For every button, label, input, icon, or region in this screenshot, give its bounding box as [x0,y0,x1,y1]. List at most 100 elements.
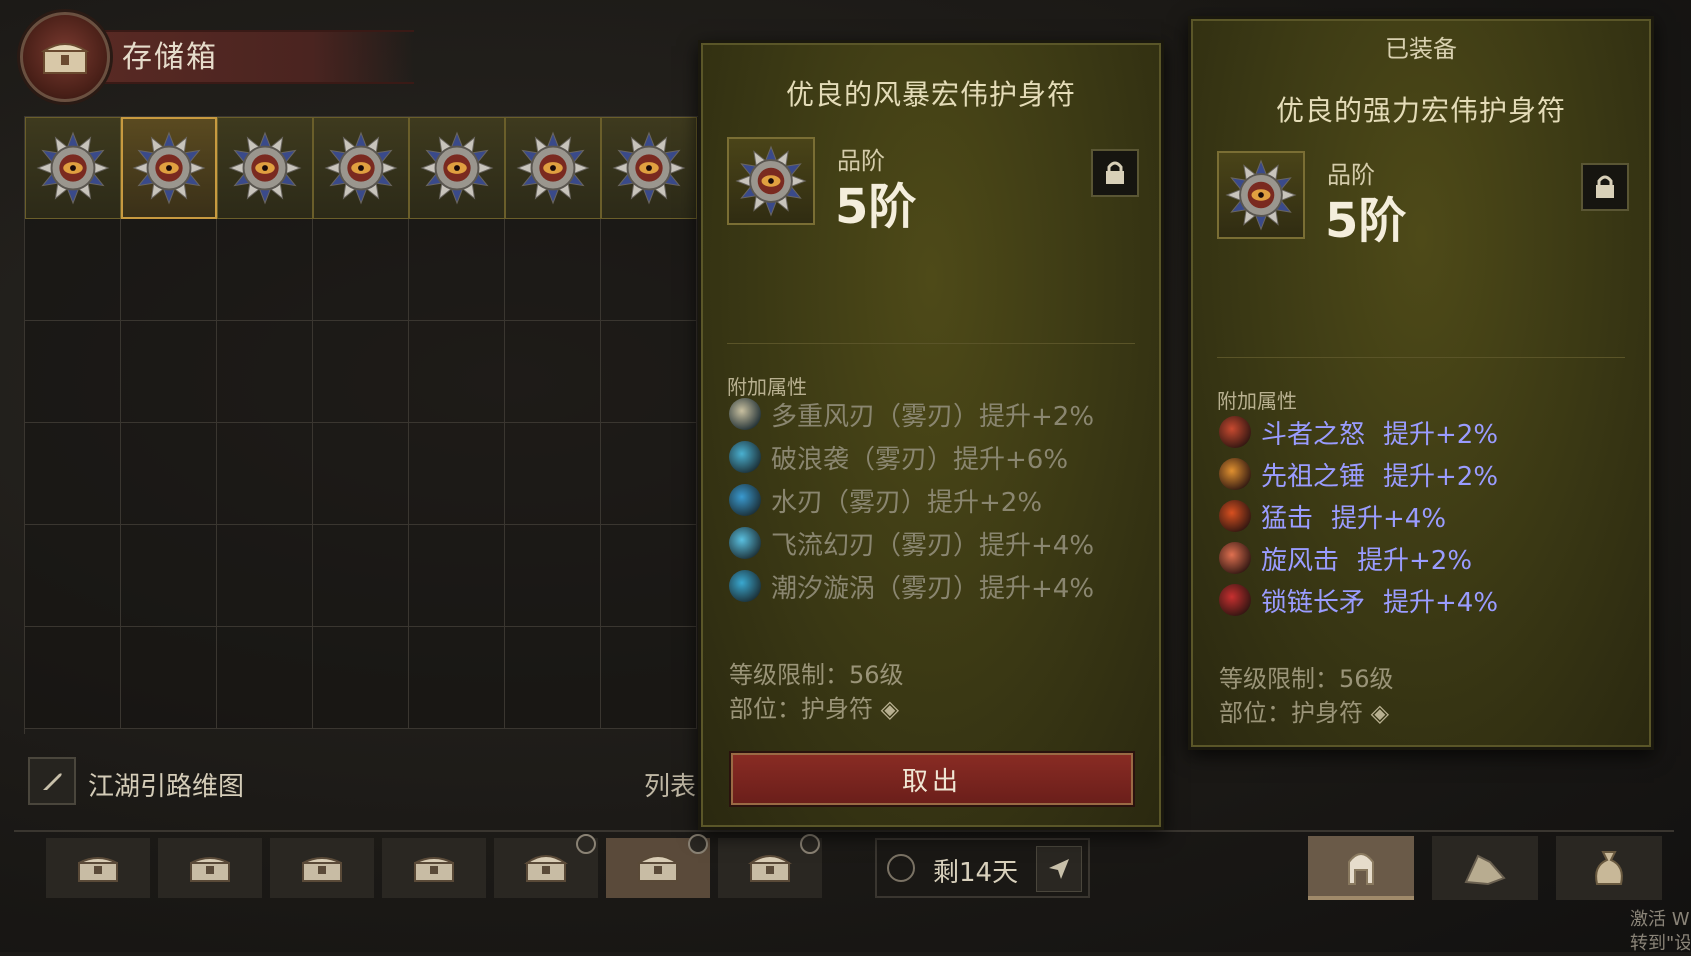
grid-cell[interactable] [409,321,505,423]
expiry-timer: 剩14天 [875,838,1090,898]
grid-cell[interactable] [505,627,601,729]
grid-cell[interactable] [409,627,505,729]
guide-row: 江湖引路维图 列表 [28,757,708,805]
helmet-icon [1348,853,1374,885]
attribute-name: 斗者之怒 [1261,419,1366,450]
grid-cell[interactable] [25,423,121,525]
grid-cell[interactable] [25,525,121,627]
amulet-icon [612,131,686,205]
grid-cell[interactable] [25,627,121,729]
attribute-row: 破浪袭（雾刃）提升+6% [729,438,1068,476]
tab-materials[interactable] [1432,836,1538,900]
grid-cell[interactable] [601,117,697,219]
grid-cell[interactable] [217,423,313,525]
guide-label[interactable]: 江湖引路维图 [88,766,244,803]
grid-cell[interactable] [217,525,313,627]
skill-icon [1219,458,1251,490]
take-out-button[interactable]: 取出 [729,751,1135,807]
tab-bag[interactable] [1556,836,1662,900]
storage-tab-5[interactable] [494,834,598,898]
grid-cell[interactable] [217,219,313,321]
storage-header: 存储箱 [14,8,414,102]
chest-icon [302,857,342,882]
attribute-row: 旋风击 提升+2% [1219,539,1472,577]
quill-icon [43,773,62,790]
grid-cell[interactable] [313,423,409,525]
amulet-icon [228,131,302,205]
storage-tab-7[interactable] [718,834,822,898]
grid-cell[interactable] [601,423,697,525]
timer-text: 剩14天 [933,858,1019,888]
grid-cell[interactable] [313,525,409,627]
clock-icon [688,834,708,854]
grid-cell[interactable] [409,423,505,525]
divider [1217,357,1625,358]
equipped-label: 已装备 [1385,35,1457,63]
grid-cell[interactable] [505,117,601,219]
storage-tab-6[interactable] [606,834,710,898]
grid-cell[interactable] [601,321,697,423]
grid-cell[interactable] [505,219,601,321]
grid-cell[interactable] [313,117,409,219]
grid-cell[interactable] [505,423,601,525]
chest-icon [747,855,793,882]
grid-cell[interactable] [313,627,409,729]
grid-cell[interactable] [121,423,217,525]
item-title: 优良的强力宏伟护身符 [1275,94,1566,127]
grid-cell[interactable] [601,627,697,729]
list-label[interactable]: 列表 [644,766,696,803]
grid-cell[interactable] [601,525,697,627]
attribute-text: 多重风刃（雾刃）提升+2% [771,401,1095,432]
grid-cell[interactable] [25,219,121,321]
grid-cell[interactable] [505,321,601,423]
bottom-tabbar [14,830,1674,902]
lock-button[interactable] [1581,163,1629,211]
skill-icon [1219,416,1251,448]
skill-icon [729,484,761,516]
grid-cell[interactable] [121,627,217,729]
send-icon [1049,859,1069,879]
grid-cell[interactable] [217,627,313,729]
send-button[interactable] [1036,846,1082,892]
chest-icon [414,857,454,882]
tab-equipment[interactable] [1308,836,1414,900]
skill-icon [729,570,761,602]
grid-cell[interactable] [409,117,505,219]
grid-cell[interactable] [25,321,121,423]
grid-cell[interactable] [121,219,217,321]
grid-cell[interactable] [409,219,505,321]
grid-cell[interactable] [121,321,217,423]
grid-cell[interactable] [601,219,697,321]
chest-icon [635,855,681,882]
grid-cell[interactable] [217,117,313,219]
skill-icon [1219,542,1251,574]
grid-cell[interactable] [25,117,121,219]
grid-cell[interactable] [121,117,217,219]
storage-grid [24,116,715,734]
lock-button[interactable] [1091,149,1139,197]
item-tooltip-equipped: 已装备 优良的强力宏伟护身符 品阶 5阶 附加属性 斗者之怒 提升+2% 先祖之… [1188,16,1654,750]
grid-cell[interactable] [409,525,505,627]
amulet-icon [324,131,398,205]
slot-info: 部位：护身符 ◈ [729,695,900,723]
slot-info: 部位：护身符 ◈ [1219,699,1390,727]
quill-button[interactable] [28,757,76,805]
storage-tab-3[interactable] [270,838,374,898]
chest-icon [190,857,230,882]
storage-tab-2[interactable] [158,838,262,898]
chest-icon [20,12,110,102]
item-title: 优良的风暴宏伟护身符 [785,78,1076,111]
amulet-slot-icon: ◈ [1370,699,1390,727]
grid-cell[interactable] [313,321,409,423]
grid-cell[interactable] [217,321,313,423]
storage-tab-1[interactable] [46,838,150,898]
grid-cell[interactable] [121,525,217,627]
storage-tab-4[interactable] [382,838,486,898]
divider [727,343,1135,344]
attribute-row: 水刃（雾刃）提升+2% [729,481,1042,519]
grid-cell[interactable] [505,525,601,627]
attribute-row: 飞流幻刃（雾刃）提升+4% [729,524,1094,562]
attribute-bonus: 提升+4% [1383,587,1499,618]
grid-cell[interactable] [313,219,409,321]
skill-icon [729,398,761,430]
